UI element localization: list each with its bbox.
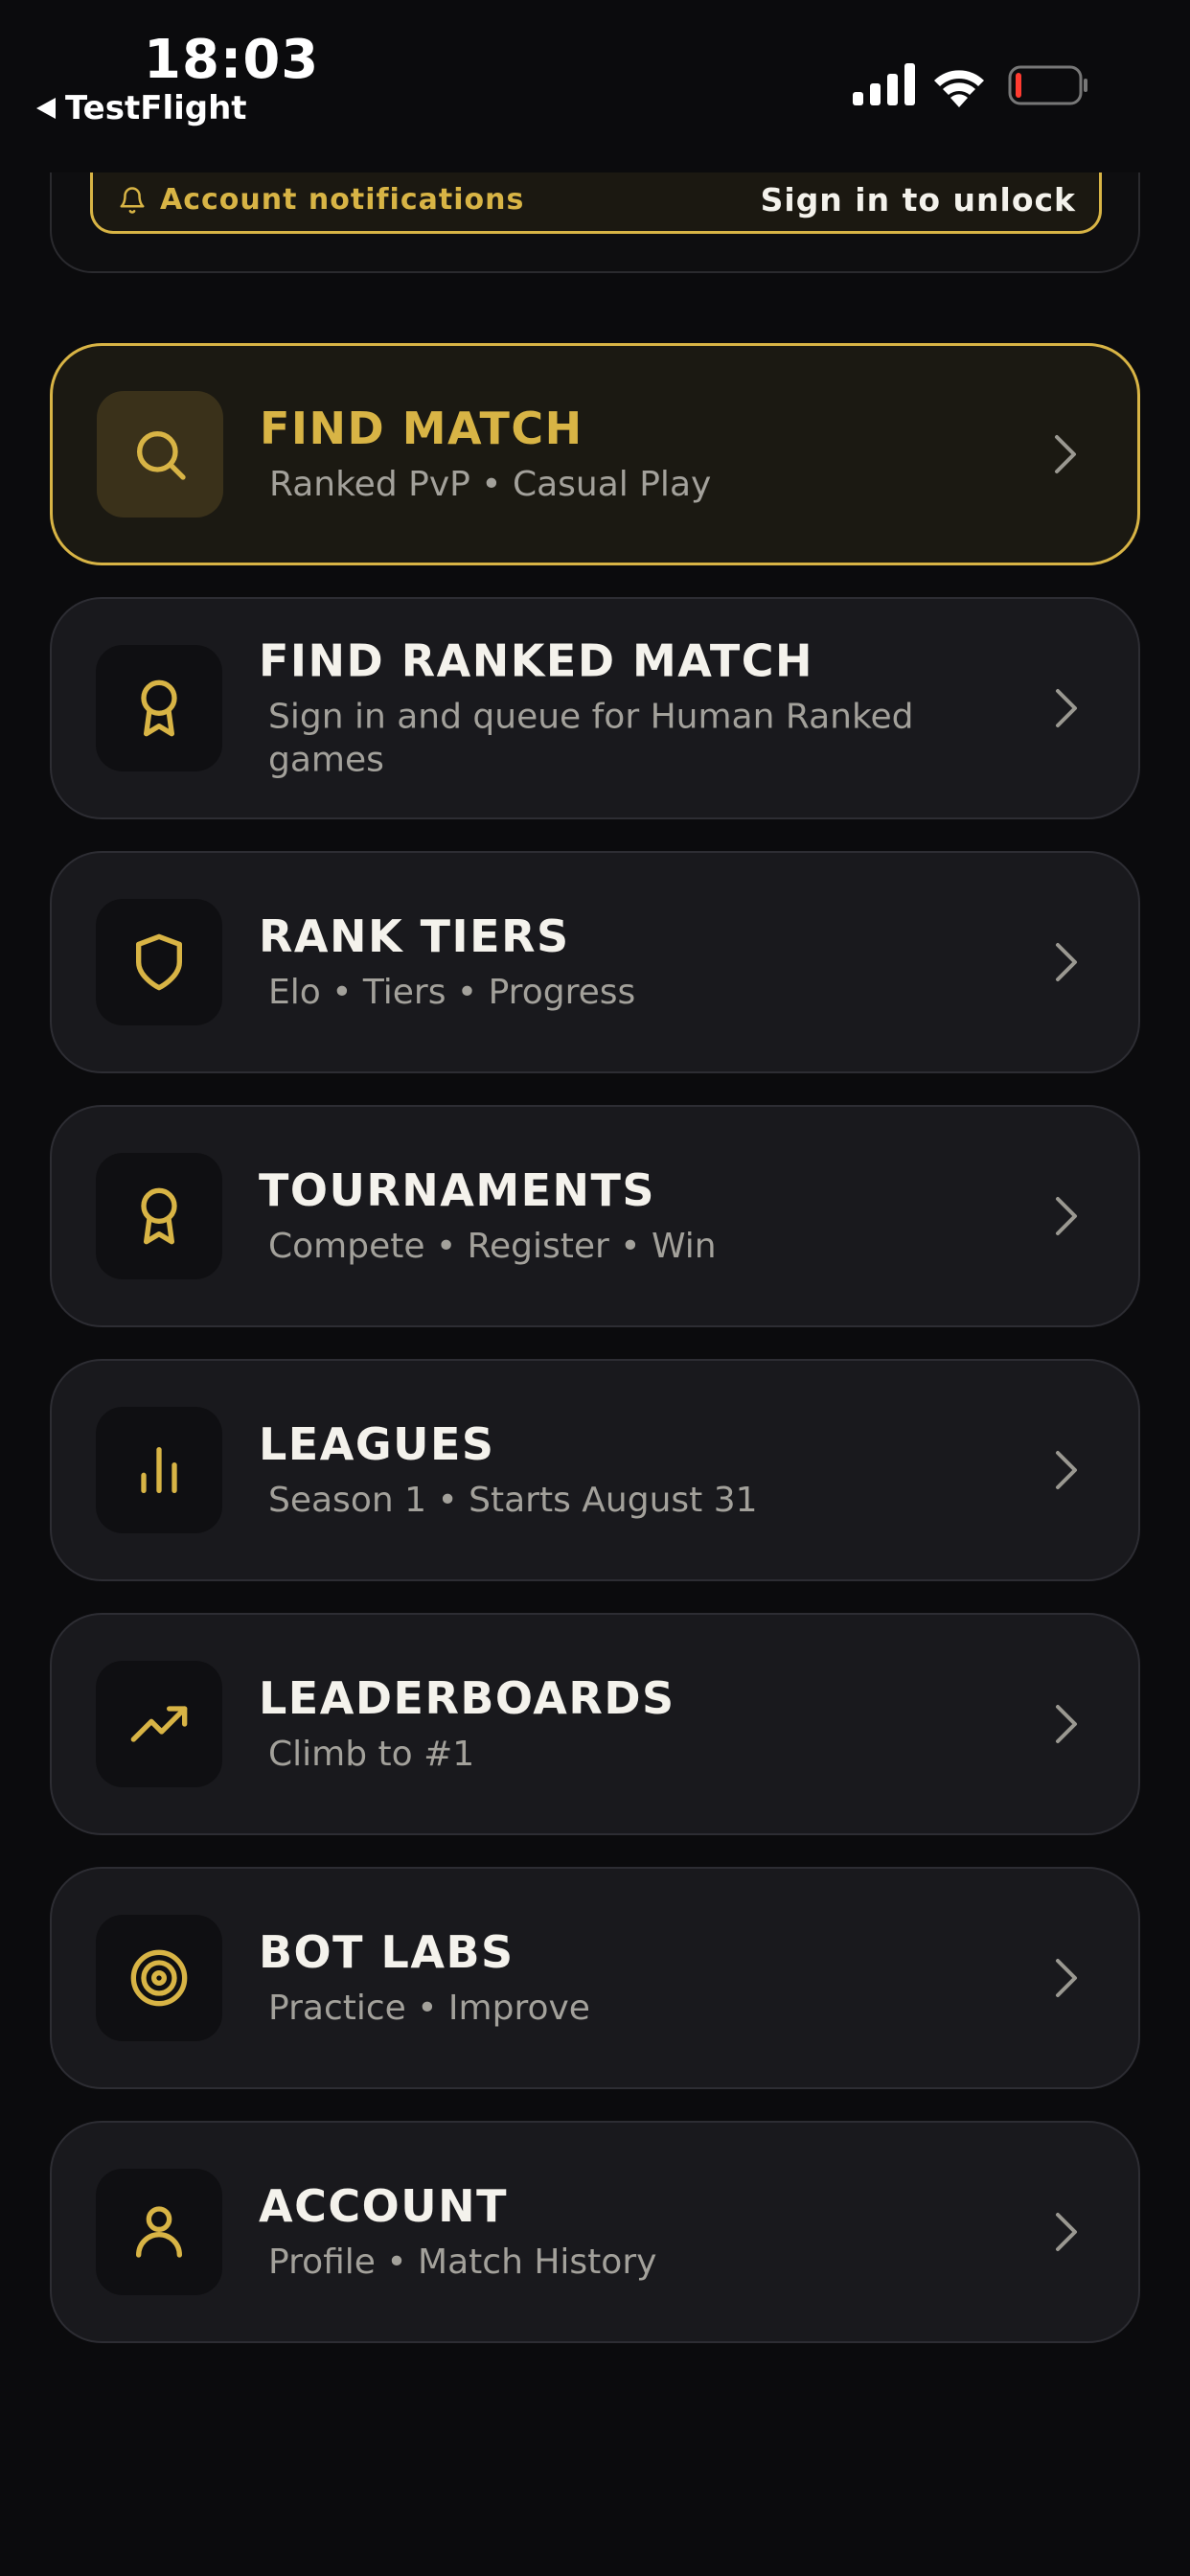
target-icon <box>130 1949 188 2007</box>
search-icon <box>137 431 186 480</box>
menu-item-title: BOT LABS <box>259 1925 515 1978</box>
menu-item-text: FIND RANKED MATCH Sign in and queue for … <box>259 634 968 781</box>
menu-item-title: RANK TIERS <box>259 909 570 962</box>
status-bar: 18:03 TestFlight <box>0 0 1190 172</box>
cellular-signal-icon <box>853 63 915 105</box>
chevron-right-icon <box>1055 435 1076 473</box>
account-notifications-bar[interactable]: Account notifications Sign in to unlock <box>90 169 1102 234</box>
menu-item-text: LEAGUES Season 1 • Starts August 31 <box>259 1418 968 1522</box>
wifi-icon <box>934 70 984 107</box>
menu-item-subtitle: Profile • Match History <box>268 2242 657 2283</box>
menu-item-account[interactable]: ACCOUNT Profile • Match History <box>50 2121 1140 2343</box>
menu-item-rank-tiers[interactable]: RANK TIERS Elo • Tiers • Progress <box>50 851 1140 1073</box>
menu-item-text: BOT LABS Practice • Improve <box>259 1926 968 2030</box>
menu-item-find-match[interactable]: FIND MATCH Ranked PvP • Casual Play <box>50 343 1140 565</box>
icon-tile <box>96 1661 222 1787</box>
notifications-label: Account notifications <box>160 183 525 217</box>
menu-item-subtitle: Season 1 • Starts August 31 <box>268 1481 758 1521</box>
menu-item-title: FIND MATCH <box>260 402 584 454</box>
menu-item-subtitle: Sign in and queue for Human Ranked games <box>268 697 914 780</box>
menu-item-text: TOURNAMENTS Compete • Register • Win <box>259 1164 968 1268</box>
menu-item-title: TOURNAMENTS <box>259 1163 656 1216</box>
award-icon <box>141 679 177 737</box>
menu-item-tournaments[interactable]: TOURNAMENTS Compete • Register • Win <box>50 1105 1140 1327</box>
menu-item-leaderboards[interactable]: LEADERBOARDS Climb to #1 <box>50 1613 1140 1835</box>
menu-item-subtitle: Ranked PvP • Casual Play <box>269 465 712 505</box>
menu-item-subtitle: Practice • Improve <box>268 1989 590 2029</box>
icon-tile <box>96 645 222 771</box>
chevron-right-icon <box>1056 1705 1077 1743</box>
main-menu: FIND MATCH Ranked PvP • Casual Play FIND… <box>50 343 1140 2375</box>
menu-item-subtitle: Elo • Tiers • Progress <box>268 973 636 1013</box>
bar-chart-icon <box>141 1447 177 1493</box>
status-time: 18:03 <box>144 29 320 91</box>
chevron-right-icon <box>1056 943 1077 981</box>
back-app-label: TestFlight <box>65 89 247 127</box>
icon-tile <box>97 391 223 518</box>
back-to-app-button[interactable]: TestFlight <box>36 89 247 127</box>
back-arrow-icon <box>36 98 56 119</box>
chevron-right-icon <box>1056 1959 1077 1997</box>
menu-item-subtitle: Climb to #1 <box>268 1735 475 1775</box>
trending-up-icon <box>130 1706 188 1742</box>
icon-tile <box>96 1153 222 1279</box>
notifications-label-group: Account notifications <box>118 183 524 217</box>
menu-item-title: LEAGUES <box>259 1417 495 1470</box>
chevron-right-icon <box>1056 689 1077 727</box>
menu-item-text: ACCOUNT Profile • Match History <box>259 2180 968 2284</box>
chevron-right-icon <box>1056 1197 1077 1235</box>
icon-tile <box>96 899 222 1025</box>
menu-item-find-ranked-match[interactable]: FIND RANKED MATCH Sign in and queue for … <box>50 597 1140 819</box>
icon-tile <box>96 1915 222 2041</box>
menu-item-subtitle: Compete • Register • Win <box>268 1227 717 1267</box>
award-icon <box>141 1187 177 1245</box>
menu-item-text: FIND MATCH Ranked PvP • Casual Play <box>260 402 969 506</box>
menu-item-title: ACCOUNT <box>259 2179 508 2232</box>
menu-item-bot-labs[interactable]: BOT LABS Practice • Improve <box>50 1867 1140 2089</box>
chevron-right-icon <box>1056 1451 1077 1489</box>
battery-icon <box>1008 65 1087 105</box>
shield-icon <box>136 933 182 991</box>
menu-item-leagues[interactable]: LEAGUES Season 1 • Starts August 31 <box>50 1359 1140 1581</box>
icon-tile <box>96 2169 222 2295</box>
chevron-right-icon <box>1056 2213 1077 2251</box>
menu-item-text: RANK TIERS Elo • Tiers • Progress <box>259 910 968 1014</box>
sign-in-unlock-link[interactable]: Sign in to unlock <box>761 181 1076 218</box>
menu-item-title: LEADERBOARDS <box>259 1671 675 1724</box>
bell-icon <box>120 186 145 214</box>
icon-tile <box>96 1407 222 1533</box>
menu-item-text: LEADERBOARDS Climb to #1 <box>259 1672 968 1776</box>
user-icon <box>136 2206 182 2258</box>
menu-item-title: FIND RANKED MATCH <box>259 634 813 687</box>
